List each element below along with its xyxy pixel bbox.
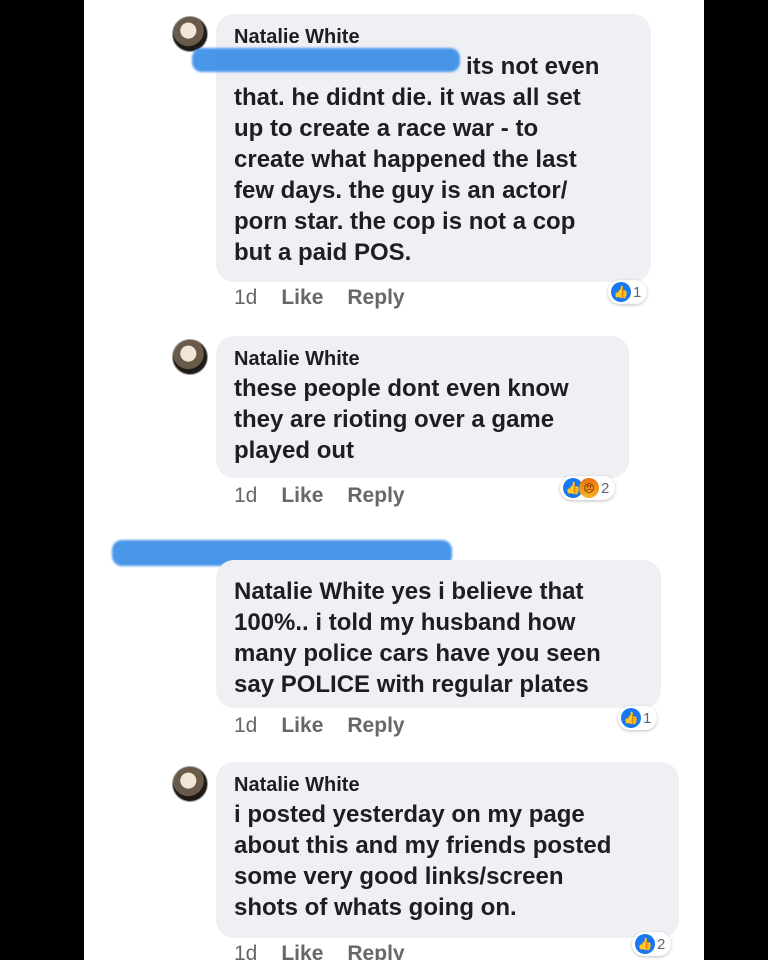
comment-text: Natalie White yes i believe that 100%.. … [234,578,601,698]
comment-actions: 1d Like Reply [234,286,405,310]
comment-author[interactable]: Natalie White [234,578,385,605]
avatar[interactable] [172,766,208,802]
reply-button[interactable]: Reply [347,484,404,508]
reaction-count[interactable]: 👍 2 [632,932,672,956]
reaction-count[interactable]: 👍 1 [608,280,648,304]
timestamp[interactable]: 1d [234,286,257,310]
thumbs-up-icon: 👍 [621,708,641,728]
comment-text: these people dont even know they are rio… [234,375,569,464]
reply-button[interactable]: Reply [347,286,404,310]
redaction-mark [192,48,460,72]
angry-face-icon: 😠 [579,478,599,498]
comment-text: that. he didnt die. it was all set up to… [234,84,581,266]
avatar[interactable] [172,339,208,375]
like-button[interactable]: Like [281,286,323,310]
avatar[interactable] [172,16,208,52]
reaction-count[interactable]: 👍 1 [618,706,658,730]
comment-author[interactable]: Natalie White [234,774,663,797]
reply-button[interactable]: Reply [347,714,404,738]
like-button[interactable]: Like [281,714,323,738]
comment-bubble: Natalie White yes i believe that 100%.. … [216,560,661,708]
comment-author[interactable]: Natalie White [234,348,613,371]
comment-actions: 1d Like Reply [234,484,405,508]
comment-text: i posted yesterday on my page about this… [234,801,612,921]
timestamp[interactable]: 1d [234,942,257,960]
thumbs-up-icon: 👍 [611,282,631,302]
comment-actions: 1d Like Reply [234,942,405,960]
timestamp[interactable]: 1d [234,714,257,738]
comment-author[interactable]: Natalie White [234,26,635,49]
like-button[interactable]: Like [281,484,323,508]
comment-actions: 1d Like Reply [234,714,405,738]
comment-bubble: Natalie White these people dont even kno… [216,336,629,478]
comment-bubble: Natalie White i posted yesterday on my p… [216,762,679,938]
like-button[interactable]: Like [281,942,323,960]
timestamp[interactable]: 1d [234,484,257,508]
reply-button[interactable]: Reply [347,942,404,960]
thumbs-up-icon: 👍 [635,934,655,954]
reaction-count[interactable]: 👍 😠 2 [560,476,616,500]
comment-thread: Natalie White its not even that. he didn… [84,0,704,960]
